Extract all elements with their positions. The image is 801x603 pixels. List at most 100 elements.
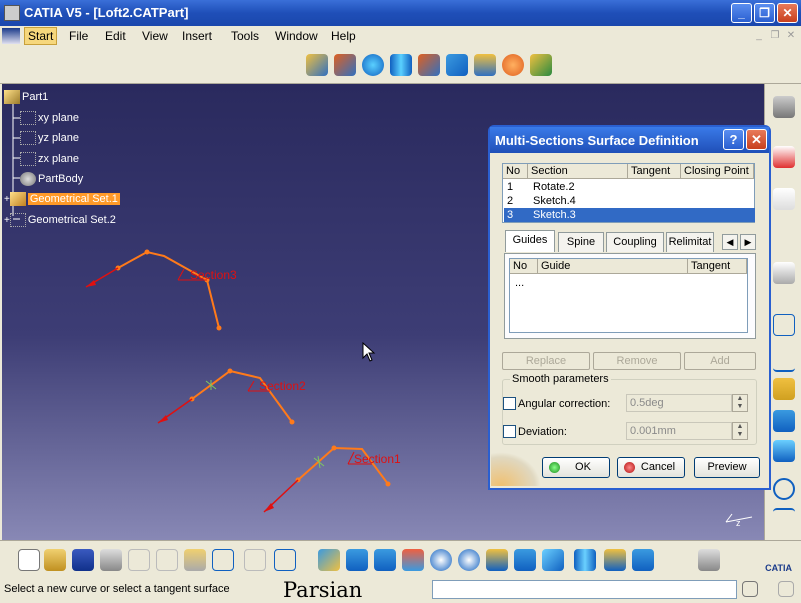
rotate-icon[interactable] xyxy=(402,549,424,571)
zoom-in-icon[interactable] xyxy=(430,549,452,571)
fly-mode-icon[interactable] xyxy=(318,549,340,571)
cylinder-icon[interactable] xyxy=(390,54,412,76)
menu-help[interactable]: Help xyxy=(331,29,356,43)
replace-button[interactable]: Replace xyxy=(502,352,590,370)
tree-node-partbody[interactable]: PartBody xyxy=(20,172,83,186)
sketch-icon[interactable] xyxy=(773,262,795,284)
menu-file[interactable]: File xyxy=(69,29,88,43)
col-guide[interactable]: Guide xyxy=(538,259,688,274)
tab-scroll-left-icon[interactable]: ◀ xyxy=(722,234,738,250)
stop-icon[interactable] xyxy=(778,581,794,597)
intersection-icon[interactable] xyxy=(773,440,795,462)
catia-menu-icon[interactable] xyxy=(2,28,20,44)
point-icon[interactable] xyxy=(773,314,795,336)
table-row[interactable]: ... xyxy=(511,276,748,290)
cancel-button[interactable]: Cancel xyxy=(617,457,685,478)
section2-curve[interactable] xyxy=(157,368,295,425)
iso-view-icon[interactable] xyxy=(542,549,564,571)
menu-view[interactable]: View xyxy=(142,29,168,43)
menu-tools[interactable]: Tools xyxy=(231,29,259,43)
expand-arrow-icon[interactable] xyxy=(773,220,795,242)
new-icon[interactable] xyxy=(18,549,40,571)
tree-node-geometrical-set-2[interactable]: + Geometrical Set.2 xyxy=(4,213,116,227)
tree-node-part1[interactable]: Part1 xyxy=(4,90,48,104)
angular-correction-spinner-icon[interactable]: ▲ ▼ xyxy=(732,394,748,412)
deviation-spinner-icon[interactable]: ▲ ▼ xyxy=(732,422,748,440)
remove-button[interactable]: Remove xyxy=(593,352,681,370)
col-section[interactable]: Section xyxy=(528,164,628,179)
shading-icon[interactable] xyxy=(574,549,596,571)
whats-this-icon[interactable] xyxy=(274,549,296,571)
doc-close-icon[interactable]: ✕ xyxy=(784,30,798,42)
menu-start[interactable]: Start xyxy=(24,27,58,45)
table-row[interactable]: 1 Rotate.2 xyxy=(504,180,755,194)
command-input[interactable] xyxy=(432,580,737,599)
table-row[interactable]: 2 Sketch.4 xyxy=(504,194,755,208)
minimize-button[interactable]: _ xyxy=(731,3,752,23)
deviation-field[interactable]: 0.001mm xyxy=(626,422,732,440)
command-toggle-icon[interactable] xyxy=(742,581,758,597)
guides-table[interactable]: No Guide Tangent ... xyxy=(509,258,748,333)
ok-button[interactable]: OK xyxy=(542,457,610,478)
menu-insert[interactable]: Insert xyxy=(182,29,212,43)
offset-icon[interactable] xyxy=(418,54,440,76)
col-tangent[interactable]: Tangent xyxy=(688,259,747,274)
tree-node-zx-plane[interactable]: zx plane xyxy=(20,152,79,166)
cut-icon[interactable] xyxy=(128,549,150,571)
restore-button[interactable]: ❐ xyxy=(754,3,775,23)
pan-icon[interactable] xyxy=(374,549,396,571)
projection-icon[interactable] xyxy=(773,410,795,432)
print-icon[interactable] xyxy=(100,549,122,571)
table-row-selected[interactable]: 3 Sketch.3 xyxy=(504,208,755,222)
sections-table[interactable]: No Section Tangent Closing Point 1 Rotat… xyxy=(502,163,755,223)
sketcher-icon[interactable] xyxy=(773,96,795,118)
undo-icon[interactable] xyxy=(212,549,234,571)
multi-view-icon[interactable] xyxy=(514,549,536,571)
col-closing-point[interactable]: Closing Point xyxy=(681,164,754,179)
tree-node-yz-plane[interactable]: yz plane xyxy=(20,131,79,145)
spline-icon[interactable] xyxy=(773,508,795,530)
section3-curve[interactable] xyxy=(85,249,222,331)
angular-correction-field[interactable]: 0.5deg xyxy=(626,394,732,412)
dialog-help-button[interactable]: ? xyxy=(723,129,744,150)
plane-tool-icon[interactable] xyxy=(773,378,795,400)
tab-scroll-right-icon[interactable]: ▶ xyxy=(740,234,756,250)
tree-node-geometrical-set-1[interactable]: + Geometrical Set.1 xyxy=(4,192,120,206)
sphere-icon[interactable] xyxy=(362,54,384,76)
hide-show-icon[interactable] xyxy=(604,549,626,571)
sweep-icon[interactable] xyxy=(446,54,468,76)
preview-button[interactable]: Preview xyxy=(694,457,760,478)
add-button[interactable]: Add xyxy=(684,352,756,370)
select-arrow-icon[interactable] xyxy=(773,188,795,210)
deviation-checkbox[interactable] xyxy=(503,425,516,438)
redo-icon[interactable] xyxy=(244,549,266,571)
revolve-surface-icon[interactable] xyxy=(334,54,356,76)
blend-icon[interactable] xyxy=(530,54,552,76)
menu-edit[interactable]: Edit xyxy=(105,29,126,43)
tab-coupling[interactable]: Coupling xyxy=(606,232,664,252)
tab-guides[interactable]: Guides xyxy=(505,230,555,252)
extrude-surface-icon[interactable] xyxy=(306,54,328,76)
doc-restore-icon[interactable]: ❐ xyxy=(768,30,782,42)
col-no[interactable]: No xyxy=(510,259,538,274)
open-icon[interactable] xyxy=(44,549,66,571)
tab-relimitation[interactable]: Relimitat xyxy=(666,232,714,252)
col-no[interactable]: No xyxy=(503,164,528,179)
copy-icon[interactable] xyxy=(156,549,178,571)
fill-icon[interactable] xyxy=(474,54,496,76)
swap-space-icon[interactable] xyxy=(632,549,654,571)
tab-spine[interactable]: Spine xyxy=(558,232,604,252)
save-icon[interactable] xyxy=(72,549,94,571)
device-icon[interactable] xyxy=(698,549,720,571)
normal-view-icon[interactable] xyxy=(486,549,508,571)
pcs-icon[interactable] xyxy=(773,146,795,168)
zoom-out-icon[interactable] xyxy=(458,549,480,571)
catia-app-icon[interactable] xyxy=(4,5,20,21)
angular-correction-checkbox[interactable] xyxy=(503,397,516,410)
dialog-close-button[interactable]: ✕ xyxy=(746,129,767,150)
paste-icon[interactable] xyxy=(184,549,206,571)
menu-window[interactable]: Window xyxy=(275,29,318,43)
multi-sections-surface-icon[interactable] xyxy=(502,54,524,76)
line-icon[interactable] xyxy=(773,350,795,372)
doc-minimize-icon[interactable]: _ xyxy=(752,30,766,42)
